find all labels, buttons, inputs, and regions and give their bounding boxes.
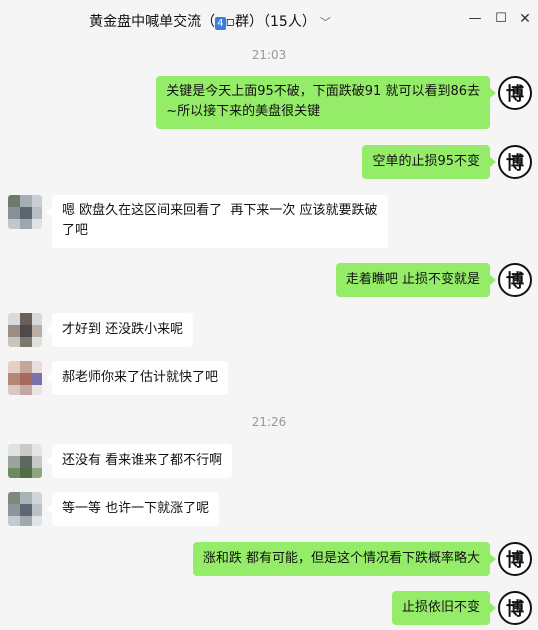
message-bubble-other[interactable]: 嗯 欧盘久在这区间来回看了 再下来一次 应该就要跌破 了吧 bbox=[46, 195, 388, 248]
timestamp: 21:26 bbox=[251, 415, 287, 429]
message-bubble-self[interactable]: 走着瞧吧 止损不变就是 bbox=[335, 263, 497, 297]
message-text: 嗯 欧盘久在这区间来回看了 再下来一次 应该就要跌破 了吧 bbox=[62, 203, 378, 238]
avatar-bo[interactable]: 博 bbox=[498, 542, 532, 576]
chevron-down-icon[interactable]: ﹀ bbox=[320, 14, 331, 30]
avatar-bo[interactable]: 博 bbox=[498, 591, 532, 625]
avatar[interactable] bbox=[8, 444, 42, 478]
message-bubble-other[interactable]: 还没有 看来谁来了都不行啊 bbox=[45, 444, 233, 478]
avatar[interactable] bbox=[8, 492, 42, 526]
message-text: 走着瞧吧 止损不变就是 bbox=[345, 272, 480, 287]
maximize-icon[interactable]: ☐ bbox=[490, 8, 512, 30]
close-icon[interactable]: ✕ bbox=[514, 8, 536, 30]
timestamp: 21:03 bbox=[251, 48, 287, 62]
avatar-glyph: 博 bbox=[506, 153, 524, 174]
chat-title-suffix: ▫群）（15人） bbox=[225, 14, 316, 30]
message-text: 关键是今天上面95不破，下面跌破91 就可以看到86去 ~所以接下来的美盘很关键 bbox=[166, 84, 480, 119]
message-text: 才好到 还没跌小来呢 bbox=[62, 322, 184, 337]
message-bubble-self[interactable]: 关键是今天上面95不破，下面跌破91 就可以看到86去 ~所以接下来的美盘很关键 bbox=[156, 76, 496, 129]
message-text: 止损依旧不变 bbox=[401, 600, 480, 615]
chat-title-prefix: 黄金盘中喊单交流（ bbox=[89, 14, 216, 30]
message-bubble-self[interactable]: 空单的止损95不变 bbox=[362, 145, 496, 179]
minimize-icon[interactable]: — bbox=[464, 8, 486, 30]
message-text: 郝老师你来了估计就快了吧 bbox=[62, 370, 219, 385]
avatar-glyph: 博 bbox=[506, 550, 524, 571]
message-bubble-other[interactable]: 郝老师你来了估计就快了吧 bbox=[45, 361, 229, 395]
avatar-glyph: 博 bbox=[506, 84, 524, 105]
message-text: 涨和跌 都有可能，但是这个情况看下跌概率略大 bbox=[202, 551, 480, 566]
message-text: 还没有 看来谁来了都不行啊 bbox=[62, 453, 223, 468]
message-bubble-self[interactable]: 止损依旧不变 bbox=[391, 591, 497, 625]
message-bubble-other[interactable]: 才好到 还没跌小来呢 bbox=[45, 313, 194, 347]
chat-title[interactable]: 黄金盘中喊单交流（ 4 ▫群）（15人） ﹀ bbox=[0, 11, 420, 31]
avatar[interactable] bbox=[8, 361, 42, 395]
avatar-bo[interactable]: 博 bbox=[498, 145, 532, 179]
avatar-glyph: 博 bbox=[506, 599, 524, 620]
avatar-bo[interactable]: 博 bbox=[498, 263, 532, 297]
group-number-badge: 4 bbox=[215, 17, 226, 30]
message-text: 空单的止损95不变 bbox=[372, 154, 480, 169]
message-bubble-self[interactable]: 涨和跌 都有可能，但是这个情况看下跌概率略大 bbox=[192, 542, 497, 576]
avatar-glyph: 博 bbox=[506, 271, 524, 292]
avatar[interactable] bbox=[8, 313, 42, 347]
message-bubble-other[interactable]: 等一等 也许一下就涨了呢 bbox=[45, 492, 220, 526]
avatar-bo[interactable]: 博 bbox=[498, 76, 532, 110]
message-text: 等一等 也许一下就涨了呢 bbox=[62, 501, 210, 516]
title-bar: 黄金盘中喊单交流（ 4 ▫群）（15人） ﹀ — ☐ ✕ bbox=[0, 0, 538, 40]
avatar[interactable] bbox=[8, 195, 42, 229]
